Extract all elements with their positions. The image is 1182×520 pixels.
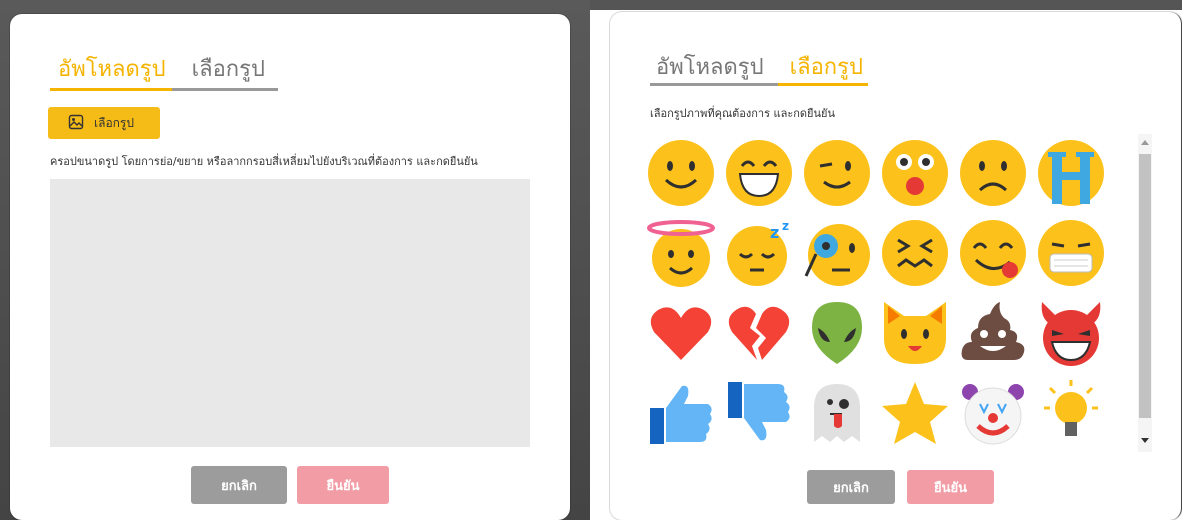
scroll-up-icon[interactable] xyxy=(1141,140,1149,145)
crop-area[interactable] xyxy=(50,179,530,447)
devil-face-icon[interactable] xyxy=(1034,296,1108,370)
emoji-scrollbar[interactable] xyxy=(1138,134,1152,452)
dizzy-face-icon[interactable] xyxy=(878,216,952,290)
emoji-grid: zz xyxy=(640,136,1110,456)
choose-image-label: เลือกรูป xyxy=(94,115,134,130)
tab-underline xyxy=(50,88,172,91)
surprised-face-icon[interactable] xyxy=(878,136,952,210)
ghost-icon[interactable] xyxy=(800,376,874,450)
svg-text:z: z xyxy=(782,219,789,233)
poop-icon[interactable] xyxy=(956,296,1030,370)
cancel-button[interactable]: ยกเลิก xyxy=(191,466,287,504)
choose-image-button[interactable]: เลือกรูป xyxy=(48,107,160,139)
angel-face-icon[interactable] xyxy=(644,216,718,290)
grin-face-icon[interactable] xyxy=(722,136,796,210)
upload-dialog: อัพโหลดรูป เลือกรูป เลือกรูป ครอปขนาดรูป… xyxy=(10,14,570,520)
confirm-button-right[interactable]: ยืนยัน xyxy=(907,470,994,504)
alien-face-icon[interactable] xyxy=(800,296,874,370)
scroll-thumb[interactable] xyxy=(1139,154,1151,418)
image-icon xyxy=(68,114,84,133)
tab-underline-right xyxy=(778,83,868,86)
monocle-face-icon[interactable] xyxy=(800,216,874,290)
choose-dialog: อัพโหลดรูป เลือกรูป เลือกรูปภาพที่คุณต้อ… xyxy=(610,12,1182,520)
confirm-button[interactable]: ยืนยัน xyxy=(297,466,389,504)
thumbs-down-icon[interactable] xyxy=(722,376,796,450)
broken-heart-icon[interactable] xyxy=(722,296,796,370)
smile-face-icon[interactable] xyxy=(644,136,718,210)
mask-face-icon[interactable] xyxy=(1034,216,1108,290)
wink-face-icon[interactable] xyxy=(800,136,874,210)
red-heart-icon[interactable] xyxy=(644,296,718,370)
light-bulb-icon[interactable] xyxy=(1034,376,1108,450)
sad-face-icon[interactable] xyxy=(956,136,1030,210)
sleeping-face-icon[interactable]: zz xyxy=(722,216,796,290)
crying-face-icon[interactable] xyxy=(1034,136,1108,210)
choose-hint: เลือกรูปภาพที่คุณต้องการ และกดยืนยัน xyxy=(650,107,835,120)
scroll-down-icon[interactable] xyxy=(1141,438,1149,443)
cat-face-icon[interactable] xyxy=(878,296,952,370)
thumbs-up-icon[interactable] xyxy=(644,376,718,450)
svg-text:z: z xyxy=(770,223,779,242)
cancel-button-right[interactable]: ยกเลิก xyxy=(807,470,895,504)
clown-face-icon[interactable] xyxy=(956,376,1030,450)
tongue-face-icon[interactable] xyxy=(956,216,1030,290)
crop-hint: ครอปขนาดรูป โดยการย่อ/ขยาย หรือลากกรอบสี… xyxy=(50,155,478,168)
star-icon[interactable] xyxy=(878,376,952,450)
